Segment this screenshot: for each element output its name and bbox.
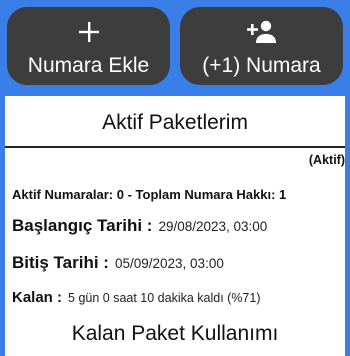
start-date-value: 29/08/2023, 03:00 — [158, 219, 268, 234]
end-date-row: Bitiş Tarihi : 05/09/2023, 03:00 — [12, 252, 224, 275]
status-badge: (Aktif) — [308, 153, 345, 167]
card-title: Aktif Paketlerim — [102, 111, 248, 134]
extra-number-button[interactable]: (+1) Numara — [180, 7, 343, 85]
numbers-summary: Aktif Numaralar: 0 - Toplam Numara Hakkı… — [12, 187, 287, 202]
start-date-row: Başlangıç Tarihi : 29/08/2023, 03:00 — [12, 215, 267, 238]
divider — [5, 146, 345, 148]
remaining-row: Kalan : 5 gün 0 saat 10 dakika kaldı (%7… — [12, 287, 261, 309]
active-packages-card: Aktif Paketlerim (Aktif) Aktif Numaralar… — [5, 96, 345, 356]
top-action-bar: Numara Ekle (+1) Numara — [0, 0, 350, 96]
end-date-label: Bitiş Tarihi : — [12, 253, 109, 272]
remaining-label: Kalan : — [12, 289, 63, 306]
remaining-value: 5 gün 0 saat 10 dakika kaldı (%71) — [68, 291, 261, 305]
usage-section-title: Kalan Paket Kullanımı — [71, 322, 279, 345]
add-number-label: Numara Ekle — [27, 54, 150, 77]
plus-icon — [7, 19, 170, 45]
person-add-icon — [180, 19, 343, 45]
extra-number-label: (+1) Numara — [202, 54, 321, 77]
start-date-label: Başlangıç Tarihi : — [12, 216, 153, 235]
add-number-button[interactable]: Numara Ekle — [7, 7, 170, 85]
end-date-value: 05/09/2023, 03:00 — [114, 256, 224, 271]
